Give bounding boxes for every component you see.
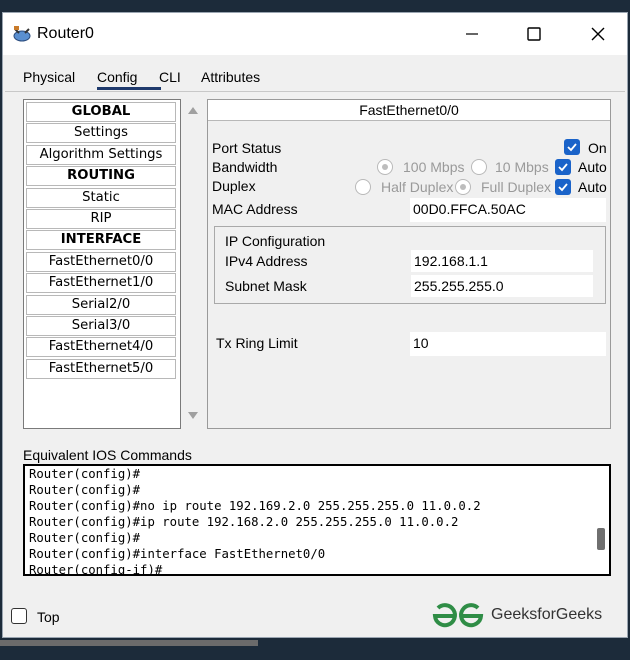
ios-command-line: Router(config)#interface FastEthernet0/0 — [29, 547, 326, 561]
geeksforgeeks-logo-icon — [431, 602, 485, 630]
ios-command-line: Router(config)# — [29, 531, 141, 545]
ios-command-line: Router(config-if)# — [29, 563, 163, 576]
full-duplex-radio[interactable] — [455, 179, 471, 195]
top-label: Top — [37, 609, 60, 625]
tx-ring-limit-label: Tx Ring Limit — [216, 335, 298, 351]
tab-attributes[interactable]: Attributes — [201, 69, 260, 85]
config-nav-list: GLOBAL Settings Algorithm Settings ROUTING S… — [26, 102, 176, 380]
bw-100-radio[interactable] — [377, 159, 393, 175]
port-on-label: On — [588, 140, 607, 156]
close-icon — [591, 27, 605, 41]
port-status-label: Port Status — [212, 140, 282, 156]
window-title: Router0 — [37, 25, 94, 42]
ios-command-line: Router(config)# — [29, 467, 141, 481]
mac-address-field[interactable]: 00D0.FFCA.50AC — [410, 198, 606, 222]
half-duplex-label: Half Duplex — [381, 179, 454, 195]
ip-configuration-label: IP Configuration — [225, 233, 326, 249]
full-duplex-label: Full Duplex — [481, 179, 552, 195]
maximize-icon — [527, 27, 541, 41]
subnet-mask-field[interactable]: 255.255.255.0 — [411, 275, 593, 297]
ipv4-address-label: IPv4 Address — [225, 253, 308, 269]
subnet-mask-label: Subnet Mask — [225, 278, 307, 294]
tab-config[interactable]: Config — [97, 69, 137, 85]
router-window: Router0 Physical Config CLI Attributes G… — [2, 12, 628, 638]
duplex-auto-checkbox[interactable] — [555, 179, 571, 195]
checkmark-icon — [558, 183, 568, 192]
bw-auto-label: Auto — [578, 159, 607, 175]
nav-section-global: GLOBAL — [26, 102, 176, 122]
bw-auto-checkbox[interactable] — [555, 159, 571, 175]
checkmark-icon — [558, 163, 568, 172]
nav-section-routing: ROUTING — [26, 166, 176, 187]
ios-commands-lines: Router(config)# Router(config)# Router(con… — [29, 466, 481, 576]
close-button[interactable] — [575, 17, 621, 51]
tab-physical[interactable]: Physical — [23, 69, 75, 85]
ipv4-address-field[interactable]: 192.168.1.1 — [411, 250, 593, 272]
nav-item-static[interactable]: Static — [26, 187, 176, 208]
nav-item-settings[interactable]: Settings — [26, 123, 176, 144]
nav-section-interface: INTERFACE — [26, 230, 176, 251]
bw-10-radio[interactable] — [471, 159, 487, 175]
interface-panel: FastEthernet0/0 Port Status On Bandwidth… — [207, 99, 611, 429]
duplex-auto-label: Auto — [578, 179, 607, 195]
ios-command-line: Router(config)#ip route 192.168.2.0 255.… — [29, 515, 459, 529]
ios-command-line: Router(config)#no ip route 192.169.2.0 2… — [29, 499, 481, 513]
taskbar-highlight — [0, 640, 258, 646]
interface-title: FastEthernet0/0 — [208, 100, 610, 121]
active-tab-indicator — [97, 87, 161, 90]
scroll-down-icon[interactable] — [187, 411, 199, 421]
ios-command-line: Router(config)# — [29, 483, 141, 497]
ip-configuration-group: IP Configuration IPv4 Address 192.168.1.… — [214, 226, 606, 304]
brand-name: GeeksforGeeks — [491, 606, 603, 623]
scroll-up-icon[interactable] — [187, 105, 199, 115]
nav-item-fastethernet0-0[interactable]: FastEthernet0/0 — [26, 251, 176, 272]
nav-item-serial2-0[interactable]: Serial2/0 — [26, 294, 176, 315]
tab-divider — [5, 91, 625, 92]
top-checkbox[interactable] — [11, 608, 27, 624]
nav-item-fastethernet1-0[interactable]: FastEthernet1/0 — [26, 273, 176, 294]
port-on-checkbox[interactable] — [564, 139, 580, 155]
nav-item-algorithm-settings[interactable]: Algorithm Settings — [26, 144, 176, 165]
bandwidth-label: Bandwidth — [212, 159, 278, 175]
bw-10-label: 10 Mbps — [495, 159, 549, 175]
minimize-icon — [466, 33, 478, 35]
bw-100-label: 100 Mbps — [403, 159, 465, 175]
maximize-button[interactable] — [511, 17, 557, 51]
minimize-button[interactable] — [449, 17, 495, 51]
console-scrollbar-thumb[interactable] — [597, 528, 605, 550]
nav-item-serial3-0[interactable]: Serial3/0 — [26, 315, 176, 336]
tx-ring-limit-field[interactable]: 10 — [410, 332, 606, 356]
duplex-label: Duplex — [212, 178, 256, 194]
nav-item-rip[interactable]: RIP — [26, 208, 176, 229]
mac-address-label: MAC Address — [212, 201, 298, 217]
checkmark-icon — [567, 143, 577, 152]
tab-cli[interactable]: CLI — [159, 69, 181, 85]
config-nav-panel: GLOBAL Settings Algorithm Settings ROUTING S… — [23, 99, 181, 429]
ios-commands-label: Equivalent IOS Commands — [23, 447, 192, 463]
half-duplex-radio[interactable] — [355, 179, 371, 195]
title-bar[interactable]: Router0 — [3, 13, 627, 55]
ios-commands-console[interactable]: Router(config)# Router(config)# Router(con… — [23, 464, 611, 576]
nav-item-fastethernet4-0[interactable]: FastEthernet4/0 — [26, 337, 176, 358]
nav-scrollbar[interactable] — [182, 99, 204, 429]
router-app-icon — [11, 24, 33, 44]
nav-item-fastethernet5-0[interactable]: FastEthernet5/0 — [26, 358, 176, 379]
